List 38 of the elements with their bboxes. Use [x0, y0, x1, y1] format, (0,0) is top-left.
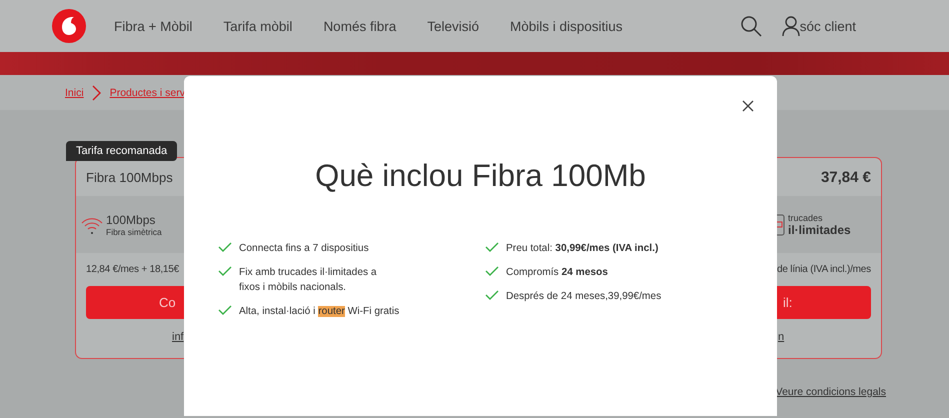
feature-text: Compromís 24 mesos — [506, 266, 608, 280]
nav-link[interactable]: Tarifa mòbil — [223, 18, 292, 34]
recommended-badge: Tarifa recomanada — [66, 141, 178, 161]
check-icon — [218, 305, 232, 315]
plan-price: 37,84 € — [820, 168, 872, 188]
contract-button[interactable]: Co — [86, 286, 184, 319]
modal-title: Què inclou Fibra 100Mb — [314, 158, 647, 194]
plan-title: Fibra 100Mbps — [85, 168, 174, 187]
info-link[interactable]: n — [778, 331, 784, 343]
logo-icon[interactable] — [52, 9, 86, 43]
search-icon[interactable] — [740, 15, 762, 37]
chevron-right-icon — [92, 84, 102, 100]
price-line: de línia (IVA incl.)/mes — [777, 263, 871, 276]
account-link[interactable]: sóc client — [782, 16, 856, 36]
feature-text: Després de 24 meses,39,99€/mes — [506, 290, 662, 304]
calls-label: il·limitades — [788, 222, 851, 236]
speed-note: Fibra simètrica — [106, 226, 162, 236]
close-icon[interactable] — [742, 100, 754, 112]
nav-link[interactable]: Mòbils i dispositius — [510, 18, 623, 34]
check-icon — [485, 290, 499, 300]
check-icon — [485, 242, 499, 252]
nav-link[interactable]: Només fibra — [323, 18, 396, 34]
nav-link[interactable]: Fibra + Mòbil — [114, 18, 192, 34]
check-icon — [485, 266, 499, 276]
feature-text: Preu total: 30,99€/mes (IVA incl.) — [506, 242, 658, 256]
nav-link[interactable]: Televisió — [427, 18, 479, 34]
legal-link[interactable]: Veure condicions legals — [776, 386, 886, 398]
info-link[interactable]: inf — [172, 331, 184, 343]
contract-button[interactable]: il: — [777, 286, 871, 319]
feature-text: Fix amb trucades il·limitades a fixos i mòbils nacionals. — [239, 266, 378, 295]
calls-note: trucades — [788, 212, 824, 222]
speed-label: 100Mbps — [106, 212, 156, 226]
feature-text: Alta, instal·lació i router Wi-Fi gratis — [239, 305, 400, 319]
check-icon — [218, 242, 232, 252]
user-icon — [782, 16, 800, 36]
price-line: 12,84 €/mes + 18,15€ — [86, 263, 180, 276]
feature-text: Connecta fins a 7 dispositius — [239, 242, 369, 256]
check-icon — [218, 266, 232, 276]
